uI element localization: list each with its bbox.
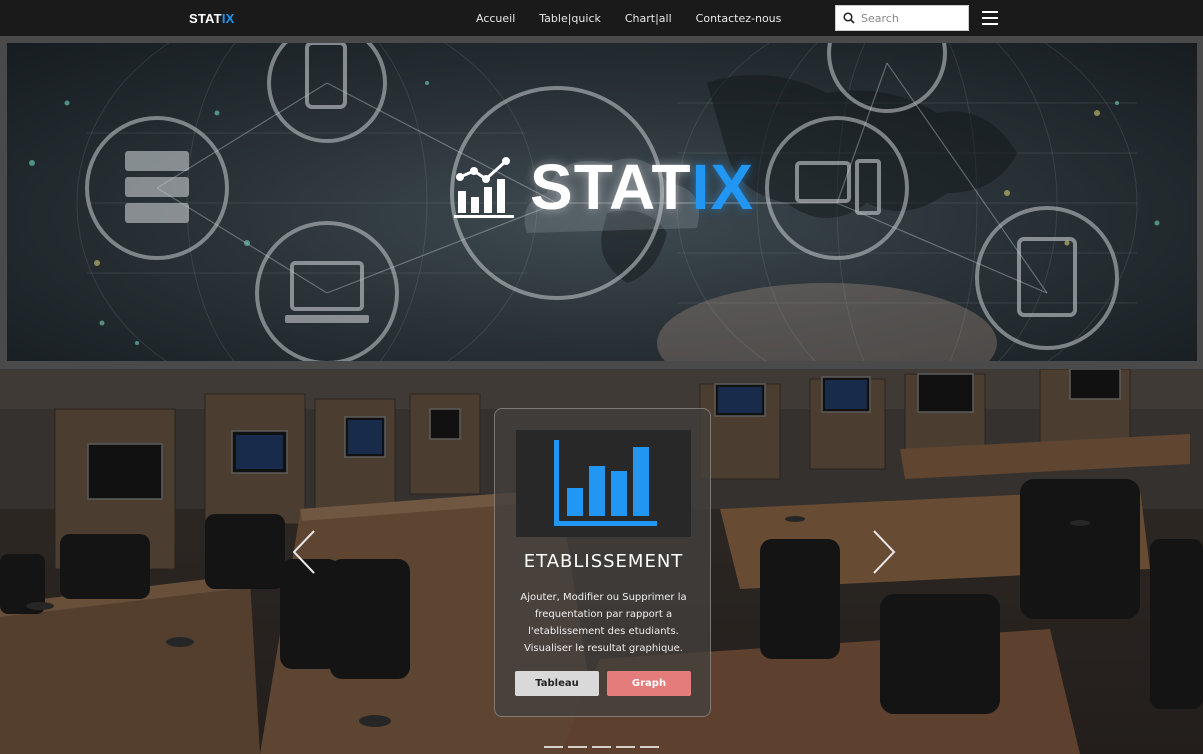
graph-button[interactable]: Graph [607,671,691,696]
carousel-indicator[interactable] [592,746,611,748]
tableau-button[interactable]: Tableau [515,671,599,696]
navbar: STATIX Accueil Table|quick Chart|all Con… [0,0,1203,36]
search-icon [843,12,855,24]
carousel-indicator[interactable] [568,746,587,748]
banner-frame: STATIX [0,36,1203,369]
search-box [835,5,969,31]
hero-carousel: ETABLISSEMENT Ajouter, Modifier ou Suppr… [0,369,1203,754]
nav-link-accueil[interactable]: Accueil [464,12,527,25]
banner-logo-text: STATIX [530,155,754,219]
brand-logo[interactable]: STATIX [189,11,235,26]
search-input[interactable] [861,11,961,25]
carousel-indicator[interactable] [544,746,563,748]
chevron-right-icon[interactable] [868,529,898,575]
brand-main: STAT [189,11,222,26]
chart-logo-icon [454,157,514,218]
banner-logo-accent: IX [691,151,755,223]
carousel-indicators [544,746,664,748]
menu-icon[interactable] [982,11,998,25]
etablissement-card: ETABLISSEMENT Ajouter, Modifier ou Suppr… [494,408,711,717]
nav-link-chart-all[interactable]: Chart|all [613,12,684,25]
nav-link-table-quick[interactable]: Table|quick [527,12,613,25]
nav-links: Accueil Table|quick Chart|all Contactez-… [464,0,793,36]
banner-logo-main: STAT [530,151,692,223]
bar-chart-icon [554,440,657,526]
banner-image: STATIX [7,43,1197,361]
nav-link-contact[interactable]: Contactez-nous [684,12,794,25]
chevron-left-icon[interactable] [290,529,320,575]
banner-logo: STATIX [452,155,754,219]
card-image [516,430,691,537]
brand-accent: IX [221,11,235,26]
card-title: ETABLISSEMENT [523,551,684,572]
carousel-indicator[interactable] [640,746,659,748]
carousel-indicator[interactable] [616,746,635,748]
card-description: Ajouter, Modifier ou Supprimer la freque… [520,592,687,654]
